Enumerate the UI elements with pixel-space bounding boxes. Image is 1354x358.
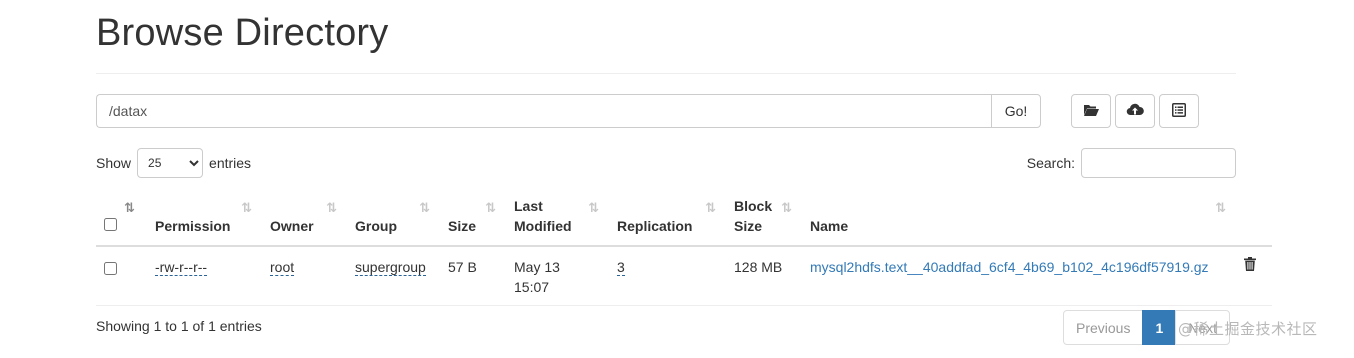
- column-header-name[interactable]: ⇅ Name: [802, 192, 1236, 247]
- modified-time: 15:07: [514, 279, 550, 295]
- list-alt-icon: [1172, 102, 1186, 120]
- sort-icon: ⇅: [588, 200, 599, 215]
- sort-icon: ⇅: [241, 200, 252, 215]
- column-header-label: Modified: [514, 218, 572, 234]
- table-info: Showing 1 to 1 of 1 entries: [96, 318, 262, 334]
- trash-icon[interactable]: [1244, 257, 1256, 274]
- sort-icon: ⇅: [326, 200, 337, 215]
- previous-page-button[interactable]: Previous: [1063, 310, 1144, 345]
- owner-value[interactable]: root: [270, 259, 295, 276]
- directory-path-input[interactable]: [96, 94, 991, 128]
- group-value[interactable]: supergroup: [355, 259, 426, 276]
- permission-value[interactable]: -rw-r--r--: [155, 259, 208, 276]
- sort-icon: ⇅: [1215, 200, 1226, 215]
- sort-icon: ⇅: [781, 200, 792, 215]
- cut-paste-button[interactable]: [1159, 94, 1199, 128]
- replication-cell: 3: [609, 246, 726, 306]
- column-header-label: Replication: [617, 218, 693, 234]
- column-header-owner[interactable]: ⇅ Owner: [262, 192, 347, 247]
- sort-icon: ⇅: [485, 200, 496, 215]
- column-header-label: Group: [355, 218, 397, 234]
- group-cell: supergroup: [347, 246, 440, 306]
- sort-icon: ⇅: [419, 200, 430, 215]
- page-title: Browse Directory: [96, 12, 389, 54]
- permission-cell: -rw-r--r--: [147, 246, 262, 306]
- last-modified-cell: May 13 15:07: [506, 246, 609, 306]
- replication-value[interactable]: 3: [617, 259, 625, 276]
- block-size-cell: 128 MB: [726, 246, 802, 306]
- actions-cell: [1236, 246, 1272, 306]
- search-input[interactable]: [1081, 148, 1236, 178]
- go-button[interactable]: Go!: [991, 94, 1041, 128]
- title-divider: [96, 73, 1236, 74]
- show-label: Show: [96, 155, 132, 171]
- page-1-button[interactable]: 1: [1142, 310, 1177, 345]
- column-header-label: Permission: [155, 218, 231, 234]
- folder-open-icon: [1083, 103, 1099, 120]
- column-header-label: Size: [448, 218, 477, 234]
- path-bar: Go!: [96, 94, 1041, 128]
- cloud-upload-icon: [1126, 103, 1144, 120]
- column-header-label: Owner: [270, 218, 314, 234]
- select-all-checkbox[interactable]: [104, 218, 117, 231]
- column-header-group[interactable]: ⇅ Group: [347, 192, 440, 247]
- upload-file-button[interactable]: [1115, 94, 1155, 128]
- size-cell: 57 B: [440, 246, 506, 306]
- table-header-row: ⇅ ⇅ Permission ⇅ Owner ⇅ Group ⇅ Size ⇅ Last M…: [96, 192, 1272, 247]
- row-checkbox[interactable]: [104, 262, 117, 275]
- column-header-size[interactable]: ⇅ Size: [440, 192, 506, 247]
- table-search: Search:: [1027, 148, 1236, 178]
- owner-cell: root: [262, 246, 347, 306]
- entries-per-page-select[interactable]: 25: [137, 148, 204, 178]
- entries-label: entries: [209, 155, 252, 171]
- watermark-text: @稀土掘金技术社区: [1178, 320, 1318, 338]
- column-header-actions: [1236, 192, 1272, 247]
- sort-asc-icon[interactable]: ⇅: [124, 198, 135, 218]
- file-table: ⇅ ⇅ Permission ⇅ Owner ⇅ Group ⇅ Size ⇅ Last M…: [96, 192, 1272, 306]
- create-directory-button[interactable]: [1071, 94, 1111, 128]
- sort-icon: ⇅: [705, 200, 716, 215]
- select-all-header[interactable]: ⇅: [96, 192, 147, 247]
- row-select-cell: [96, 246, 147, 306]
- column-header-permission[interactable]: ⇅ Permission: [147, 192, 262, 247]
- column-header-replication[interactable]: ⇅ Replication: [609, 192, 726, 247]
- column-header-last-modified[interactable]: ⇅ Last Modified: [506, 192, 609, 247]
- modified-date: May 13: [514, 259, 560, 275]
- column-header-block-size[interactable]: ⇅ Block Size: [726, 192, 802, 247]
- name-cell: mysql2hdfs.text__40addfad_6cf4_4b69_b102…: [802, 246, 1236, 306]
- entries-length-control: Show 25 entries: [96, 148, 251, 178]
- column-header-label: Name: [810, 218, 849, 234]
- column-header-label: Size: [734, 218, 763, 234]
- table-row: -rw-r--r-- root supergroup 57 B May 13 1…: [96, 246, 1272, 306]
- search-label: Search:: [1026, 155, 1075, 171]
- file-name-link[interactable]: mysql2hdfs.text__40addfad_6cf4_4b69_b102…: [810, 259, 1209, 275]
